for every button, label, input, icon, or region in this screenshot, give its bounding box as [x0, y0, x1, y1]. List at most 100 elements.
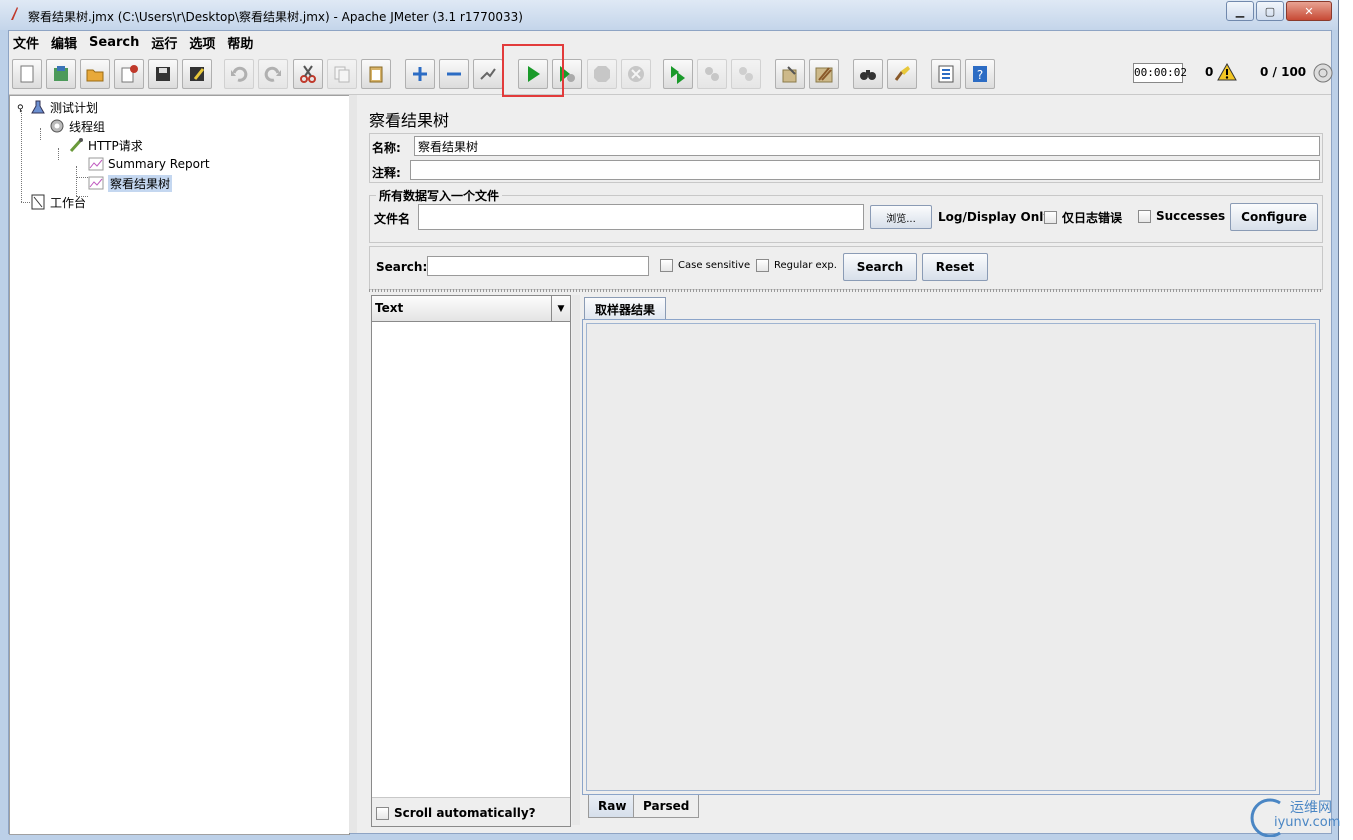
remote-shutdown-all-button[interactable] [731, 59, 761, 89]
clear-all-icon [815, 67, 833, 83]
save-as-button[interactable] [182, 59, 212, 89]
tree-node-workbench[interactable]: 工作台 [30, 193, 86, 211]
remote-shutdown-icon [739, 67, 753, 81]
scissors-icon [300, 65, 316, 83]
toggle-button[interactable] [473, 59, 503, 89]
watermark-title: 运维网 [1290, 800, 1332, 816]
comment-field[interactable] [410, 160, 1320, 180]
main-splitter[interactable] [349, 95, 357, 833]
divider-grip[interactable] [369, 289, 1321, 292]
case-sensitive-checkbox[interactable]: Case sensitive [660, 259, 750, 272]
renderer-selected: Text [375, 301, 404, 315]
log-display-label: Log/Display Only: [938, 210, 1056, 224]
tree-node-summary-report[interactable]: Summary Report [88, 155, 210, 173]
tree-node-view-results-tree[interactable]: 察看结果树 [88, 174, 173, 192]
gear-icon [50, 119, 64, 133]
tree-node-http-request[interactable]: HTTP请求 [68, 136, 143, 154]
minus-icon [447, 72, 461, 76]
templates-button[interactable] [46, 59, 76, 89]
redo-icon [264, 66, 281, 82]
close-icon: ✕ [1304, 4, 1314, 18]
function-helper-button[interactable] [931, 59, 961, 89]
minimize-button[interactable]: ▁ [1226, 1, 1254, 21]
remote-start-icon [671, 66, 685, 84]
search-label: Search: [376, 260, 428, 274]
remote-stop-icon [705, 67, 719, 81]
stop-icon [594, 66, 610, 82]
name-comment-box: 名称: 察看结果树 注释: [369, 133, 1323, 183]
successes-checkbox[interactable]: Successes [1138, 209, 1225, 223]
scroll-auto-checkbox[interactable]: Scroll automatically? [376, 806, 536, 820]
tab-sampler-result[interactable]: 取样器结果 [584, 297, 667, 320]
clear-button[interactable] [775, 59, 805, 89]
close-button[interactable]: ✕ [1286, 1, 1332, 21]
redo-button[interactable] [258, 59, 288, 89]
tree-label: Summary Report [108, 157, 210, 171]
expand-all-button[interactable] [405, 59, 435, 89]
remote-start-all-button[interactable] [663, 59, 693, 89]
menu-search[interactable]: Search [83, 35, 145, 50]
save-button[interactable] [148, 59, 178, 89]
cut-button[interactable] [293, 59, 323, 89]
jmeter-window: 察看结果树.jmx (C:\Users\r\Desktop\察看结果树.jmx)… [0, 0, 1339, 840]
undo-button[interactable] [224, 59, 254, 89]
stop-button[interactable] [587, 59, 617, 89]
copy-button[interactable] [327, 59, 357, 89]
search-input[interactable] [427, 256, 649, 276]
test-plan-expander[interactable]: ⚲ [17, 105, 24, 114]
tree-node-thread-group[interactable]: 线程组 [49, 117, 105, 135]
close-plan-button[interactable] [114, 59, 144, 89]
menu-options[interactable]: 选项 [183, 33, 221, 52]
maximize-button[interactable]: ▢ [1256, 1, 1284, 21]
configure-button[interactable]: Configure [1230, 203, 1318, 231]
window-title: 察看结果树.jmx (C:\Users\r\Desktop\察看结果树.jmx)… [28, 10, 523, 24]
paste-icon [369, 66, 383, 83]
tree-node-test-plan[interactable]: 测试计划 [30, 98, 98, 116]
menu-file[interactable]: 文件 [9, 33, 45, 52]
new-document-icon [20, 65, 34, 83]
page-title: 察看结果树 [369, 111, 450, 130]
reset-search-button[interactable] [887, 59, 917, 89]
maximize-icon: ▢ [1264, 4, 1276, 18]
case-sensitive-label: Case sensitive [678, 260, 751, 271]
broom-icon [894, 66, 910, 81]
binoculars-icon [860, 70, 876, 80]
help-button[interactable]: ? [965, 59, 995, 89]
filename-field[interactable] [418, 204, 864, 230]
open-button[interactable] [80, 59, 110, 89]
paste-button[interactable] [361, 59, 391, 89]
help-icon: ? [973, 66, 987, 82]
test-plan-tree: ⚲ 测试计划 线程组 HTTP请求 Summary Report 察看结果树 工… [9, 95, 350, 835]
active-threads: 0 / 100 [1260, 65, 1307, 79]
errors-only-checkbox[interactable]: 仅日志错误 [1044, 209, 1122, 226]
regex-checkbox[interactable]: Regular exp. [756, 259, 837, 272]
title-bar: 察看结果树.jmx (C:\Users\r\Desktop\察看结果树.jmx)… [0, 0, 1338, 30]
result-text-area[interactable] [586, 323, 1316, 791]
watermark-url: iyunv.com [1274, 815, 1341, 830]
plus-icon [413, 67, 427, 81]
collapse-all-button[interactable] [439, 59, 469, 89]
jmeter-feather-icon [11, 7, 18, 20]
menu-edit[interactable]: 编辑 [45, 33, 83, 52]
search-button-toolbar[interactable] [853, 59, 883, 89]
tab-parsed[interactable]: Parsed [633, 795, 700, 818]
renderer-select[interactable]: Text ▼ [372, 296, 570, 322]
folder-icon [86, 69, 104, 82]
menu-help[interactable]: 帮助 [221, 33, 259, 52]
client-area: 文件 编辑 Search 运行 选项 帮助 ? 00:00:02 0 0 / 1… [8, 30, 1333, 835]
file-group-title: 所有数据写入一个文件 [376, 187, 503, 204]
shutdown-button[interactable] [621, 59, 651, 89]
browse-button[interactable]: 浏览... [870, 205, 932, 229]
clear-icon [782, 66, 797, 83]
reset-button[interactable]: Reset [922, 253, 988, 281]
name-field[interactable]: 察看结果树 [414, 136, 1320, 156]
remote-stop-all-button[interactable] [697, 59, 727, 89]
comment-label: 注释: [372, 166, 401, 180]
tab-raw[interactable]: Raw [588, 795, 637, 818]
menu-run[interactable]: 运行 [145, 33, 183, 52]
new-button[interactable] [12, 59, 42, 89]
warning-icon[interactable] [1217, 63, 1237, 81]
search-button[interactable]: Search [843, 253, 917, 281]
results-splitter[interactable] [572, 295, 580, 825]
clear-all-button[interactable] [809, 59, 839, 89]
